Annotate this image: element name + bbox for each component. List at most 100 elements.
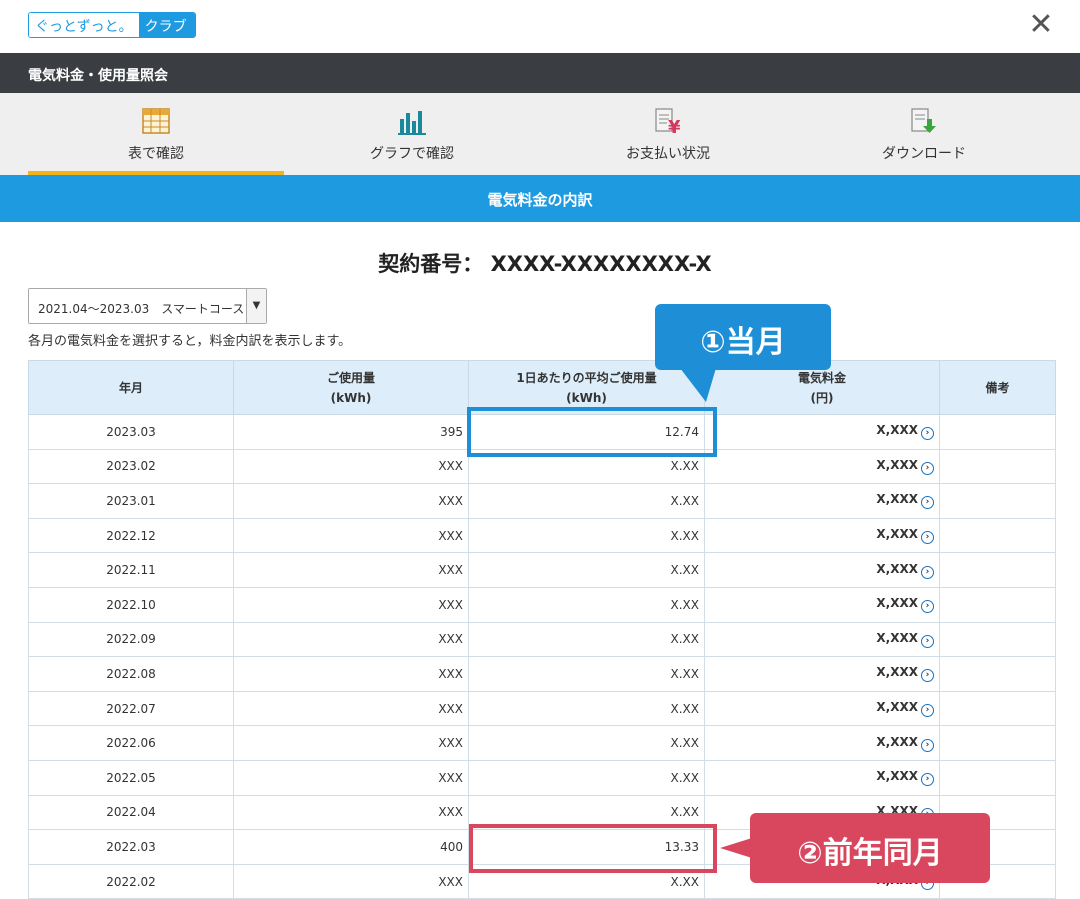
cell-daily-average: X.XX	[468, 552, 705, 588]
cell-fee-link[interactable]: X,XXX›	[704, 621, 940, 658]
cell-month: 2022.08	[28, 656, 234, 692]
chevron-right-icon: ›	[921, 600, 934, 614]
club-logo[interactable]: ぐっとずっと。 クラブ	[28, 12, 196, 38]
cell-month: 2022.04	[28, 794, 234, 831]
cell-remarks	[939, 552, 1056, 588]
cell-fee-link[interactable]: X,XXX›	[704, 656, 940, 692]
cell-usage: XXX	[233, 725, 469, 761]
cell-usage: XXX	[233, 863, 469, 899]
cell-fee-link[interactable]: X,XXX›	[704, 448, 940, 485]
cell-month: 2022.06	[28, 725, 234, 761]
tab-graph[interactable]: グラフで確認	[284, 93, 540, 175]
header-month: 年月	[28, 360, 234, 415]
cell-remarks	[939, 586, 1056, 623]
cell-fee-link[interactable]: X,XXX›	[704, 690, 940, 727]
top-bar: ぐっとずっと。 クラブ ✕	[0, 0, 1080, 53]
cell-daily-average: X.XX	[468, 621, 705, 658]
svg-text:¥: ¥	[668, 117, 681, 135]
period-select[interactable]: 2021.04～2023.03 スマートコース ▼	[28, 288, 267, 324]
cell-month: 2023.01	[28, 483, 234, 519]
last-year-callout: ②前年同月	[750, 813, 990, 883]
cell-month: 2022.12	[28, 517, 234, 554]
cell-month: 2022.05	[28, 759, 234, 796]
table-row: 2022.07 XXX X.XX X,XXX ›	[28, 690, 1056, 727]
cell-daily-average: X.XX	[468, 517, 705, 554]
current-month-highlight	[467, 407, 717, 457]
fee-amount: X,XXX	[876, 734, 918, 749]
cell-remarks	[939, 656, 1056, 692]
contract-value: XXXX-XXXXXXXX-X	[490, 252, 712, 276]
cell-usage: XXX	[233, 759, 469, 796]
tab-download-label: ダウンロード	[882, 146, 966, 162]
cell-fee-link[interactable]: X,XXX›	[704, 586, 940, 623]
fee-amount: X,XXX	[876, 457, 918, 472]
chevron-right-icon: ›	[921, 773, 934, 787]
cell-month: 2023.03	[28, 414, 234, 450]
cell-usage: XXX	[233, 794, 469, 831]
fee-amount: X,XXX	[876, 769, 918, 784]
tab-table[interactable]: 表で確認	[28, 93, 284, 175]
cell-usage: 400	[233, 829, 469, 865]
cell-usage: XXX	[233, 448, 469, 485]
cell-daily-average: X.XX	[468, 759, 705, 796]
logo-text-left: ぐっとずっと。	[29, 13, 139, 37]
contract-label: 契約番号：	[378, 252, 484, 276]
cell-month: 2022.10	[28, 586, 234, 623]
header-remarks: 備考	[939, 360, 1056, 415]
fee-amount: X,XXX	[876, 665, 918, 680]
bar-chart-icon	[398, 111, 426, 135]
close-icon[interactable]: ✕	[1026, 10, 1056, 40]
cell-month: 2022.07	[28, 690, 234, 727]
cell-month: 2022.09	[28, 621, 234, 658]
tab-payment[interactable]: ¥ お支払い状況	[540, 93, 796, 175]
chevron-right-icon: ›	[921, 565, 934, 579]
section-title: 電気料金の内訳	[0, 175, 1080, 222]
tab-download[interactable]: ダウンロード	[796, 93, 1052, 175]
cell-remarks	[939, 517, 1056, 554]
cell-fee-link[interactable]: X,XXX›	[704, 414, 940, 450]
fee-amount: X,XXX	[876, 423, 918, 438]
cell-daily-average: X.XX	[468, 690, 705, 727]
cell-remarks	[939, 725, 1056, 761]
table-row: 2022.05 XXX X.XX X,XXX ›	[28, 759, 1056, 796]
cell-daily-average: X.XX	[468, 586, 705, 623]
table-row: 2022.09 XXX X.XX X,XXX ›	[28, 621, 1056, 658]
cell-month: 2022.02	[28, 863, 234, 899]
cell-usage: XXX	[233, 586, 469, 623]
chevron-right-icon: ›	[921, 738, 934, 752]
fee-amount: X,XXX	[876, 561, 918, 576]
last-year-callout-tail	[720, 838, 752, 858]
page-title: 電気料金・使用量照会	[0, 53, 1080, 93]
cell-daily-average: X.XX	[468, 483, 705, 519]
chevron-right-icon: ›	[921, 704, 934, 718]
cell-daily-average: X.XX	[468, 656, 705, 692]
cell-month: 2022.11	[28, 552, 234, 588]
logo-text-right: クラブ	[138, 13, 195, 37]
cell-month: 2023.02	[28, 448, 234, 485]
cell-usage: XXX	[233, 690, 469, 727]
cell-fee-link[interactable]: X,XXX›	[704, 552, 940, 588]
fee-amount: X,XXX	[876, 700, 918, 715]
cell-usage: XXX	[233, 621, 469, 658]
download-document-icon	[911, 108, 936, 133]
fee-amount: X,XXX	[876, 630, 918, 645]
cell-remarks	[939, 448, 1056, 485]
cell-fee-link[interactable]: X,XXX›	[704, 725, 940, 761]
cell-remarks	[939, 621, 1056, 658]
chevron-right-icon: ›	[921, 461, 934, 475]
chevron-down-icon[interactable]: ▼	[246, 289, 266, 323]
cell-fee-link[interactable]: X,XXX›	[704, 483, 940, 519]
cell-usage: XXX	[233, 552, 469, 588]
table-row: 2022.08 XXX X.XX X,XXX ›	[28, 656, 1056, 692]
cell-remarks	[939, 414, 1056, 450]
header-usage: ご使用量 (kWh)	[233, 360, 469, 415]
cell-fee-link[interactable]: X,XXX›	[704, 517, 940, 554]
fee-amount: X,XXX	[876, 527, 918, 542]
contract-number: 契約番号： XXXX-XXXXXXXX-X	[0, 248, 1080, 278]
table-row: 2022.10 XXX X.XX X,XXX ›	[28, 586, 1056, 623]
cell-fee-link[interactable]: X,XXX›	[704, 759, 940, 796]
instruction-text: 各月の電気料金を選択すると，料金内訳を表示します。	[28, 334, 352, 349]
table-row: 2022.06 XXX X.XX X,XXX ›	[28, 725, 1056, 761]
cell-usage: XXX	[233, 656, 469, 692]
tab-payment-label: お支払い状況	[626, 146, 710, 162]
